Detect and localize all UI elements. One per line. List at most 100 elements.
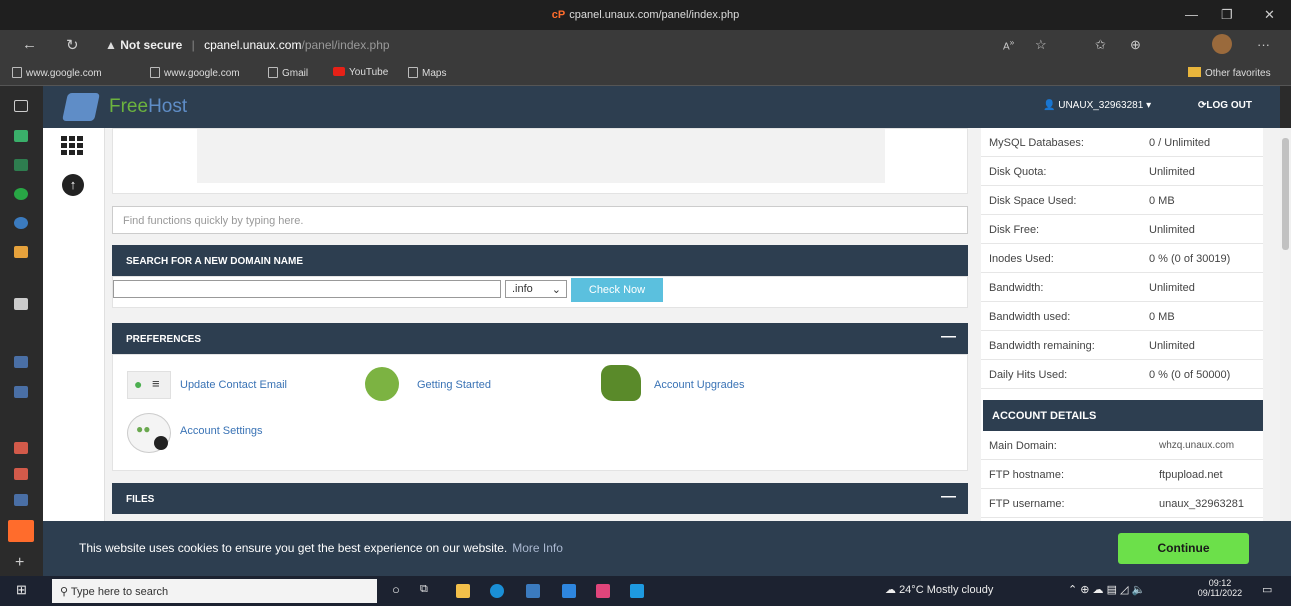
collections-icon[interactable]: ⊕ bbox=[1130, 37, 1141, 53]
tld-select[interactable]: .info ⌄ bbox=[505, 280, 567, 298]
account-details-header: ACCOUNT DETAILS bbox=[983, 400, 1263, 431]
sidebar-app-icon[interactable] bbox=[14, 494, 28, 506]
gmail-icon[interactable] bbox=[14, 468, 28, 480]
url-path: /panel/index.php bbox=[301, 38, 390, 52]
weather-widget[interactable]: ☁ 24°C Mostly cloudy bbox=[885, 583, 993, 596]
sidebar-app-icon[interactable] bbox=[14, 159, 28, 171]
browser-sidebar: + bbox=[0, 86, 43, 576]
preferences-header[interactable]: PREFERENCES — bbox=[112, 323, 968, 354]
page-icon bbox=[408, 67, 418, 78]
window-title: cP cpanel.unaux.com/panel/index.php bbox=[551, 9, 740, 21]
windows-taskbar: ⊞ ⚲ Type here to search ○ ⧉ ☁ 24°C Mostl… bbox=[0, 576, 1291, 606]
cookie-banner: This website uses cookies to ensure you … bbox=[43, 521, 1291, 576]
file-explorer-icon[interactable] bbox=[456, 584, 470, 598]
windows-start-icon[interactable]: ⊞ bbox=[16, 582, 27, 598]
domain-search-header: SEARCH FOR A NEW DOMAIN NAME bbox=[112, 245, 968, 276]
url-domain: cpanel.unaux.com bbox=[204, 38, 302, 52]
edge-icon[interactable] bbox=[490, 584, 504, 598]
user-menu[interactable]: 👤 UNAUX_32963281 ▾ bbox=[1043, 100, 1151, 111]
other-favorites[interactable]: Other favorites bbox=[1188, 67, 1271, 79]
stat-row: Bandwidth: Unlimited bbox=[981, 273, 1263, 302]
warning-icon: ▲ bbox=[105, 38, 117, 52]
collapse-icon[interactable]: — bbox=[941, 488, 956, 505]
address-bar: ← ↻ ▲ Not secure | cpanel.unaux.com/pane… bbox=[0, 30, 1291, 60]
stat-row: MySQL Databases: 0 / Unlimited bbox=[981, 128, 1263, 157]
left-toolbar: ↑ bbox=[43, 128, 105, 576]
account-detail-row: FTP username: unaux_32963281 bbox=[981, 489, 1263, 518]
tab-actions-icon[interactable] bbox=[14, 100, 28, 112]
back-button[interactable]: ← bbox=[22, 36, 37, 53]
brand-name: FreeHost bbox=[109, 96, 188, 117]
stat-row: Inodes Used: 0 % (0 of 30019) bbox=[981, 244, 1263, 273]
bookmark-gmail[interactable]: Gmail bbox=[268, 67, 308, 79]
figma-icon[interactable] bbox=[596, 584, 610, 598]
favorites-icon[interactable]: ✩ bbox=[1095, 37, 1106, 53]
upload-icon[interactable]: ↑ bbox=[62, 174, 84, 196]
notifications-icon[interactable]: ▭ bbox=[1262, 583, 1272, 596]
refresh-button[interactable]: ↻ bbox=[66, 36, 79, 54]
apps-grid-icon[interactable] bbox=[61, 136, 85, 158]
gmail-icon[interactable] bbox=[14, 442, 28, 454]
sidebar-app-icon[interactable] bbox=[14, 217, 28, 229]
more-info-link[interactable]: More Info bbox=[512, 541, 563, 555]
sidebar-app-icon[interactable] bbox=[14, 298, 28, 310]
sidebar-app-icon[interactable] bbox=[14, 130, 28, 142]
search-icon: ⚲ bbox=[60, 586, 71, 598]
bookmark-maps[interactable]: Maps bbox=[408, 67, 446, 79]
logout-button[interactable]: ⟳LOG OUT bbox=[1198, 100, 1252, 111]
account-detail-row: FTP hostname: ftpupload.net bbox=[981, 460, 1263, 489]
system-tray[interactable]: ⌃ ⊕ ☁ ▤ ◿ 🔈 bbox=[1068, 583, 1145, 596]
mail-icon[interactable] bbox=[562, 584, 576, 598]
sidebar-app-icon[interactable] bbox=[14, 356, 28, 368]
weather-icon: ☁ bbox=[885, 584, 900, 596]
account-settings-link[interactable]: Account Settings bbox=[180, 425, 263, 437]
check-now-button[interactable]: Check Now bbox=[571, 278, 663, 302]
files-header[interactable]: FILES — bbox=[112, 483, 968, 514]
getting-started-link[interactable]: Getting Started bbox=[417, 379, 491, 391]
bookmark-youtube[interactable]: YouTube bbox=[333, 67, 388, 78]
chevron-down-icon: ▾ bbox=[1143, 100, 1152, 111]
profile-avatar[interactable] bbox=[1212, 34, 1232, 54]
vscode-icon[interactable] bbox=[630, 584, 644, 598]
read-aloud-icon[interactable]: A» bbox=[1003, 37, 1014, 52]
top-panel bbox=[112, 128, 968, 194]
sidebar-app-icon[interactable] bbox=[14, 386, 28, 398]
bookmark-google-1[interactable]: www.google.com bbox=[12, 67, 102, 79]
main-content: ↑ Find functions quickly by typing here.… bbox=[43, 128, 1280, 576]
stat-row: Disk Free: Unlimited bbox=[981, 215, 1263, 244]
close-window-button[interactable]: ✕ bbox=[1264, 7, 1275, 23]
sidebar-app-icon[interactable] bbox=[14, 246, 28, 258]
account-detail-row: Main Domain: whzq.unaux.com bbox=[981, 431, 1263, 460]
banner-placeholder bbox=[197, 129, 885, 183]
favorite-star-icon[interactable]: ☆ bbox=[1035, 37, 1047, 53]
scrollbar-thumb[interactable] bbox=[1282, 138, 1289, 250]
browser-title-bar: cP cpanel.unaux.com/panel/index.php — ❐ ✕ bbox=[0, 0, 1291, 30]
cookie-message: This website uses cookies to ensure you … bbox=[79, 541, 563, 555]
clock[interactable]: 09:12 09/11/2022 bbox=[1195, 578, 1245, 598]
find-functions-input[interactable]: Find functions quickly by typing here. bbox=[112, 206, 968, 234]
more-menu-icon[interactable]: ··· bbox=[1257, 37, 1270, 52]
whatsapp-icon[interactable] bbox=[14, 188, 28, 200]
page-icon bbox=[150, 67, 160, 78]
cortana-icon[interactable]: ○ bbox=[392, 582, 400, 597]
page-scrollbar[interactable] bbox=[1280, 128, 1291, 576]
minimize-button[interactable]: — bbox=[1185, 7, 1198, 22]
page-icon bbox=[268, 67, 278, 78]
domain-name-input[interactable] bbox=[113, 280, 501, 298]
collapse-icon[interactable]: — bbox=[941, 328, 956, 345]
url-field[interactable]: ▲ Not secure | cpanel.unaux.com/panel/in… bbox=[105, 34, 1285, 56]
continue-button[interactable]: Continue bbox=[1118, 533, 1249, 564]
bookmark-google-2[interactable]: www.google.com bbox=[150, 67, 240, 79]
restore-button[interactable]: ❐ bbox=[1221, 7, 1233, 23]
store-icon[interactable] bbox=[526, 584, 540, 598]
task-view-icon[interactable]: ⧉ bbox=[420, 583, 428, 596]
freehost-logo-icon bbox=[62, 93, 100, 121]
update-contact-email-link[interactable]: Update Contact Email bbox=[180, 379, 287, 391]
account-upgrades-link[interactable]: Account Upgrades bbox=[654, 379, 745, 391]
cpanel-icon: cP bbox=[551, 9, 566, 21]
domain-search-row: .info ⌄ Check Now bbox=[112, 276, 968, 308]
contact-card-icon: ● ≡ bbox=[127, 371, 171, 399]
cpanel-sidebar-icon[interactable] bbox=[8, 520, 34, 542]
taskbar-search[interactable]: ⚲ Type here to search bbox=[52, 579, 377, 603]
add-icon[interactable]: + bbox=[15, 554, 24, 572]
